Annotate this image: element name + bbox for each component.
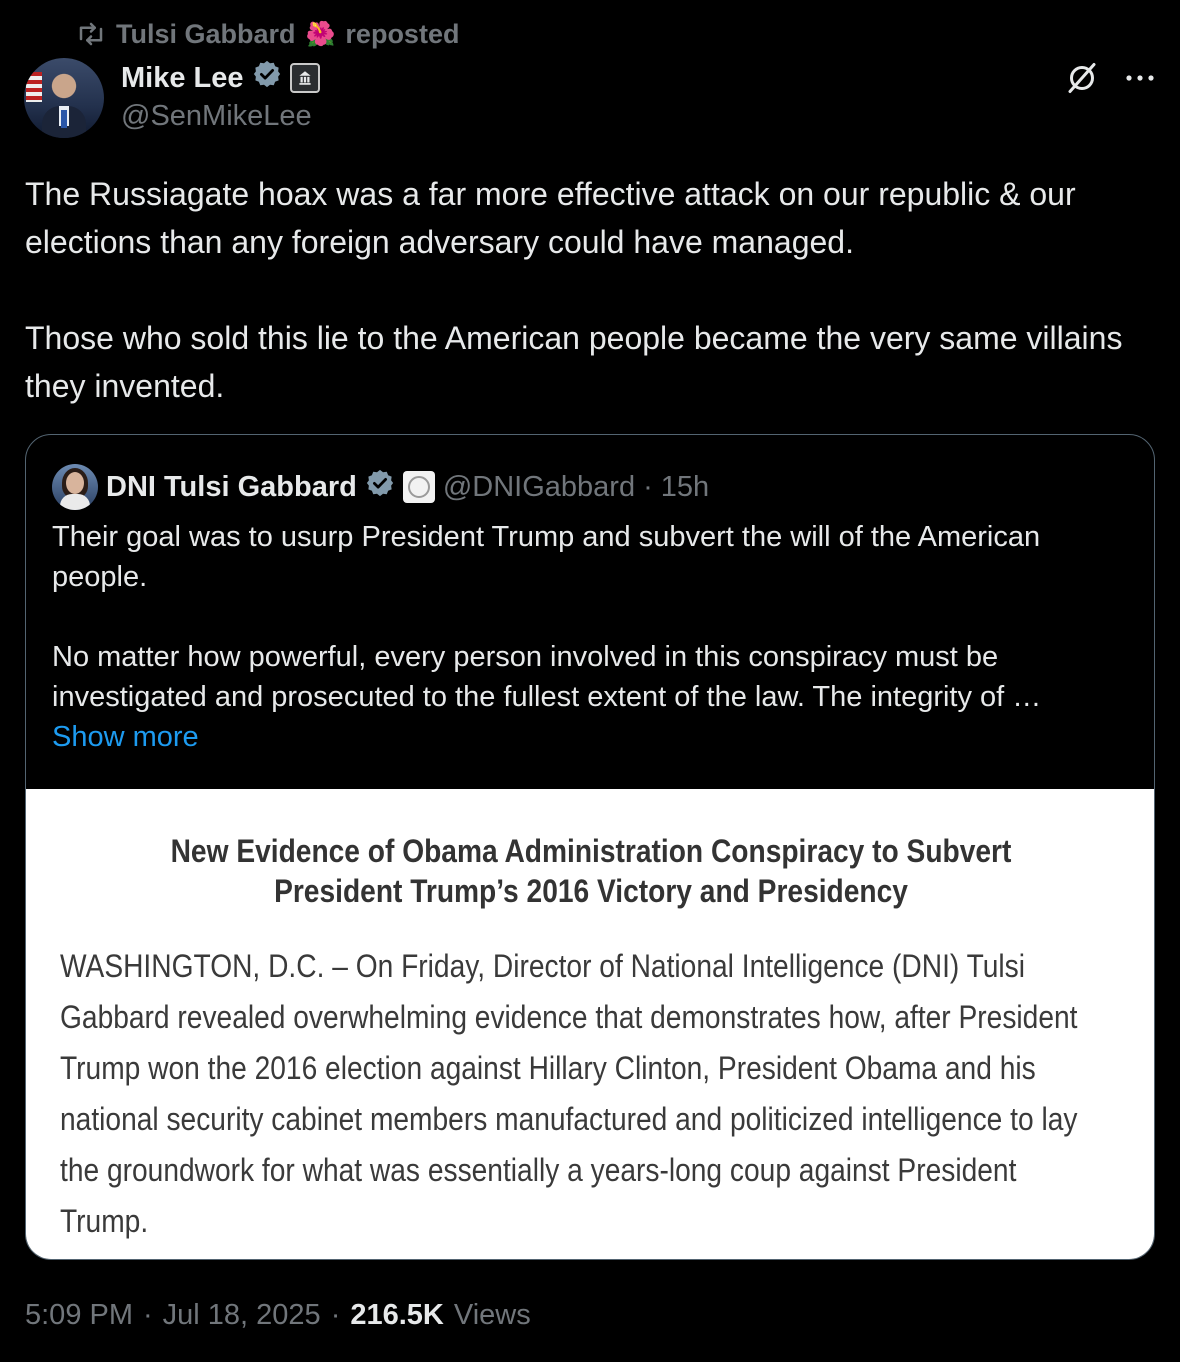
tweet-paragraph: The Russiagate hoax was a far more effec…	[25, 176, 1076, 260]
repost-label: reposted	[345, 18, 460, 49]
tweet-top-actions	[1064, 60, 1156, 96]
quoted-time[interactable]: 15h	[661, 471, 709, 504]
document-title: New Evidence of Obama Administration Con…	[170, 833, 1012, 909]
footer-separator: ·	[330, 1298, 341, 1331]
hibiscus-emoji: 🌺	[305, 20, 336, 48]
quoted-media-image[interactable]: New Evidence of Obama Administration Con…	[26, 789, 1154, 1259]
quoted-author-name[interactable]: DNI Tulsi Gabbard	[106, 471, 357, 504]
reposter-name[interactable]: Tulsi Gabbard	[116, 19, 296, 50]
quoted-tweet-text: Their goal was to usurp President Trump …	[52, 517, 1127, 757]
author-name[interactable]: Mike Lee	[121, 62, 244, 95]
agency-seal-badge-icon	[402, 471, 435, 503]
views-count[interactable]: 216.5K	[350, 1299, 444, 1332]
tweet-date[interactable]: Jul 18, 2025	[163, 1299, 321, 1332]
author-avatar[interactable]	[24, 58, 104, 138]
quoted-paragraph: Their goal was to usurp President Trump …	[52, 521, 1041, 593]
show-more-link[interactable]: Show more	[52, 717, 1127, 757]
tweet-time[interactable]: 5:09 PM	[25, 1299, 133, 1332]
repost-icon	[76, 21, 106, 47]
quoted-paragraph: No matter how powerful, every person inv…	[52, 641, 1042, 713]
author-handle[interactable]: @SenMikeLee	[121, 100, 312, 133]
tweet-paragraph: Those who sold this lie to the American …	[25, 320, 1123, 404]
quoted-author-handle[interactable]: @DNIGabbard	[443, 471, 635, 504]
verified-badge-icon	[365, 468, 395, 506]
tweet-footer: 5:09 PM · Jul 18, 2025 · 216.5K Views	[25, 1293, 531, 1337]
grok-icon[interactable]	[1064, 60, 1100, 96]
quoted-tweet-card[interactable]: DNI Tulsi Gabbard @DNIGabbard · 15h Thei…	[25, 434, 1155, 1260]
quoted-author-avatar[interactable]	[52, 464, 98, 510]
more-options-icon[interactable]	[1124, 73, 1156, 83]
repost-indicator[interactable]: Tulsi Gabbard 🌺 reposted	[76, 16, 459, 52]
government-badge-icon	[289, 63, 320, 93]
meta-separator: ·	[643, 470, 653, 503]
document-body: WASHINGTON, D.C. – On Friday, Director o…	[60, 948, 1078, 1239]
views-label: Views	[453, 1298, 531, 1331]
author-name-row[interactable]: Mike Lee	[121, 58, 320, 98]
footer-separator: ·	[143, 1298, 153, 1331]
quoted-tweet-header: DNI Tulsi Gabbard @DNIGabbard · 15h	[52, 464, 709, 510]
tweet-text: The Russiagate hoax was a far more effec…	[25, 170, 1145, 410]
verified-badge-icon	[252, 59, 282, 97]
